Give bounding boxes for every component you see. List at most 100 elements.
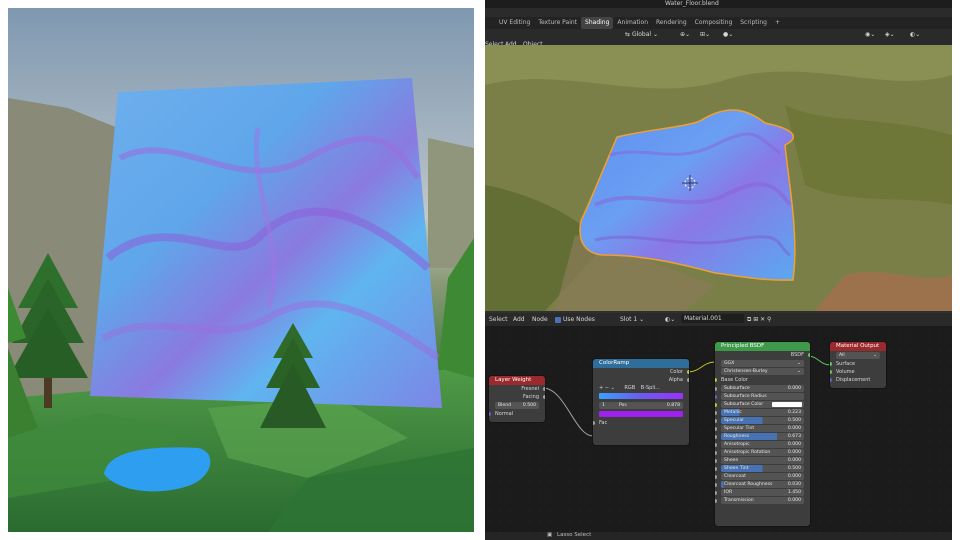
slot-selector[interactable]: Slot 1 ⌄	[620, 316, 644, 323]
socket-icon[interactable]	[715, 467, 717, 471]
bsdf-input-ior[interactable]: IOR 1.450	[715, 489, 804, 496]
socket-icon[interactable]	[808, 353, 810, 357]
color-ramp-node[interactable]: ColorRamp Color Alpha + − ⌄ RGB B-Spli..…	[593, 359, 689, 445]
tab-rendering[interactable]: Rendering	[652, 17, 691, 29]
bsdf-input-subsurface[interactable]: Subsurface 0.000	[715, 385, 804, 392]
field-label: Specular	[724, 418, 745, 423]
bsdf-input-anisotropic-rotation[interactable]: Anisotropic Rotation 0.000	[715, 449, 804, 456]
bsdf-input-sheen[interactable]: Sheen 0.000	[715, 457, 804, 464]
socket-icon[interactable]	[830, 370, 832, 374]
pivot-icon[interactable]: ⊕⌄	[680, 31, 690, 38]
bsdf-input-specular-tint[interactable]: Specular Tint 0.000	[715, 425, 804, 432]
subsurface-method-dropdown[interactable]: Christensen-Burley ⌄	[721, 368, 804, 375]
bsdf-input-anisotropic[interactable]: Anisotropic 0.000	[715, 441, 804, 448]
field-label: Subsurface Color	[724, 402, 764, 407]
socket-icon[interactable]	[715, 435, 717, 439]
bsdf-input-transmission[interactable]: Transmission 0.000	[715, 497, 804, 504]
bsdf-input-roughness[interactable]: Roughness 0.673	[715, 433, 804, 440]
socket-icon[interactable]	[489, 412, 491, 416]
socket-icon[interactable]	[715, 451, 717, 455]
socket-icon[interactable]	[715, 419, 717, 423]
tab-animation[interactable]: Animation	[613, 17, 652, 29]
socket-icon[interactable]	[715, 403, 717, 407]
socket-icon[interactable]	[715, 411, 717, 415]
tab-uv-editing[interactable]: UV Editing	[495, 17, 534, 29]
bsdf-input-subsurface-color[interactable]: Subsurface Color	[715, 401, 804, 408]
status-bar: ▣ Lasso Select	[485, 532, 952, 540]
node-title: Layer Weight	[489, 376, 545, 385]
color-swatch[interactable]	[772, 402, 802, 407]
field-label: Clearcoat Roughness	[724, 482, 773, 487]
socket-icon[interactable]	[830, 378, 832, 382]
material-name-field[interactable]: Material.001	[681, 314, 744, 323]
bsdf-inputs: Subsurface 0.000 Subsurface Radius Subsurfa…	[715, 385, 810, 504]
shading-icon[interactable]: ◐⌄	[910, 31, 920, 38]
bsdf-input-specular[interactable]: Specular 0.500	[715, 417, 804, 424]
socket-icon[interactable]	[715, 443, 717, 447]
game-view[interactable]	[8, 8, 474, 532]
field-value: 0.223	[787, 410, 801, 415]
ramp-menu-icon[interactable]: ⌄	[611, 385, 615, 391]
bsdf-input-clearcoat[interactable]: Clearcoat 0.000	[715, 473, 804, 480]
use-nodes-checkbox[interactable]: Use Nodes	[555, 316, 595, 323]
dropdown-value: Christensen-Burley	[724, 369, 768, 374]
material-browse-icon[interactable]: ◐⌄	[665, 316, 675, 323]
layer-weight-node[interactable]: Layer Weight Fresnel Facing Blend 0.500 N…	[489, 376, 545, 422]
material-buttons[interactable]: ⧉ ⊞ ✕ ⚲	[747, 316, 771, 324]
socket-icon[interactable]	[687, 378, 689, 382]
socket-icon[interactable]	[715, 491, 717, 495]
socket-icon[interactable]	[543, 395, 545, 399]
socket-icon[interactable]	[715, 395, 717, 399]
output-target-dropdown[interactable]: All ⌄	[836, 352, 880, 359]
ramp-interpolation[interactable]: B-Spli...	[641, 385, 660, 391]
ramp-position-field[interactable]: 1 Pos 0.878	[599, 402, 683, 409]
add-stop-button[interactable]: +	[599, 385, 603, 391]
socket-icon[interactable]	[715, 459, 717, 463]
socket-icon[interactable]	[830, 362, 832, 366]
blend-field[interactable]: Blend 0.500	[495, 402, 539, 409]
stop-color-swatch[interactable]	[599, 411, 683, 417]
distribution-dropdown[interactable]: GGX ⌄	[721, 360, 804, 367]
socket-icon[interactable]	[715, 475, 717, 479]
bsdf-input-subsurface-radius[interactable]: Subsurface Radius	[715, 393, 804, 400]
node-editor-header: Select Add Node Use Nodes Slot 1 ⌄ ◐⌄ Ma…	[485, 313, 952, 326]
tab-scripting[interactable]: Scripting	[736, 17, 771, 29]
node-menu-node[interactable]: Node	[532, 316, 548, 323]
socket-label: Surface	[836, 361, 856, 367]
proportional-icon[interactable]: ●⌄	[723, 31, 733, 38]
add-workspace-button[interactable]: +	[771, 17, 784, 29]
remove-stop-button[interactable]: −	[605, 385, 609, 391]
material-output-node[interactable]: Material Output All ⌄ Surface Volume Disp…	[830, 342, 886, 388]
bsdf-input-sheen-tint[interactable]: Sheen Tint 0.500	[715, 465, 804, 472]
socket-icon[interactable]	[593, 421, 595, 425]
bsdf-input-metallic[interactable]: Metallic 0.223	[715, 409, 804, 416]
field-value: 0.500	[522, 403, 536, 408]
ramp-mode[interactable]: RGB	[624, 385, 635, 391]
socket-label: Fresnel	[521, 386, 539, 392]
node-editor[interactable]: Layer Weight Fresnel Facing Blend 0.500 N…	[485, 326, 952, 540]
socket-icon[interactable]	[715, 427, 717, 431]
principled-bsdf-node[interactable]: Principled BSDF BSDF GGX ⌄ Christensen-Bu…	[715, 342, 810, 526]
field-value: 0.500	[787, 466, 801, 471]
gizmo-icon[interactable]: ◉⌄	[865, 31, 875, 38]
3d-viewport[interactable]	[485, 45, 952, 311]
tab-shading[interactable]: Shading	[581, 17, 614, 29]
tab-texture-paint[interactable]: Texture Paint	[534, 17, 581, 29]
transform-orientation[interactable]: ⇆ Global ⌄	[625, 31, 658, 38]
socket-label: Color	[669, 369, 683, 375]
color-ramp-gradient[interactable]	[599, 393, 683, 399]
field-label: Transmission	[724, 498, 754, 503]
bsdf-input-clearcoat-roughness[interactable]: Clearcoat Roughness 0.030	[715, 481, 804, 488]
snap-icon[interactable]: ⊞⌄	[700, 31, 710, 38]
socket-icon[interactable]	[687, 370, 689, 374]
chevron-down-icon: ⌄	[797, 361, 801, 366]
node-menu-select[interactable]: Select	[489, 316, 508, 323]
overlay-icon[interactable]: ◈⌄	[885, 31, 895, 38]
node-menu-add[interactable]: Add	[513, 316, 525, 323]
socket-icon[interactable]	[715, 387, 717, 391]
tab-compositing[interactable]: Compositing	[691, 17, 737, 29]
socket-icon[interactable]	[715, 483, 717, 487]
socket-icon[interactable]	[543, 387, 545, 391]
socket-icon[interactable]	[715, 378, 717, 382]
socket-icon[interactable]	[715, 499, 717, 503]
